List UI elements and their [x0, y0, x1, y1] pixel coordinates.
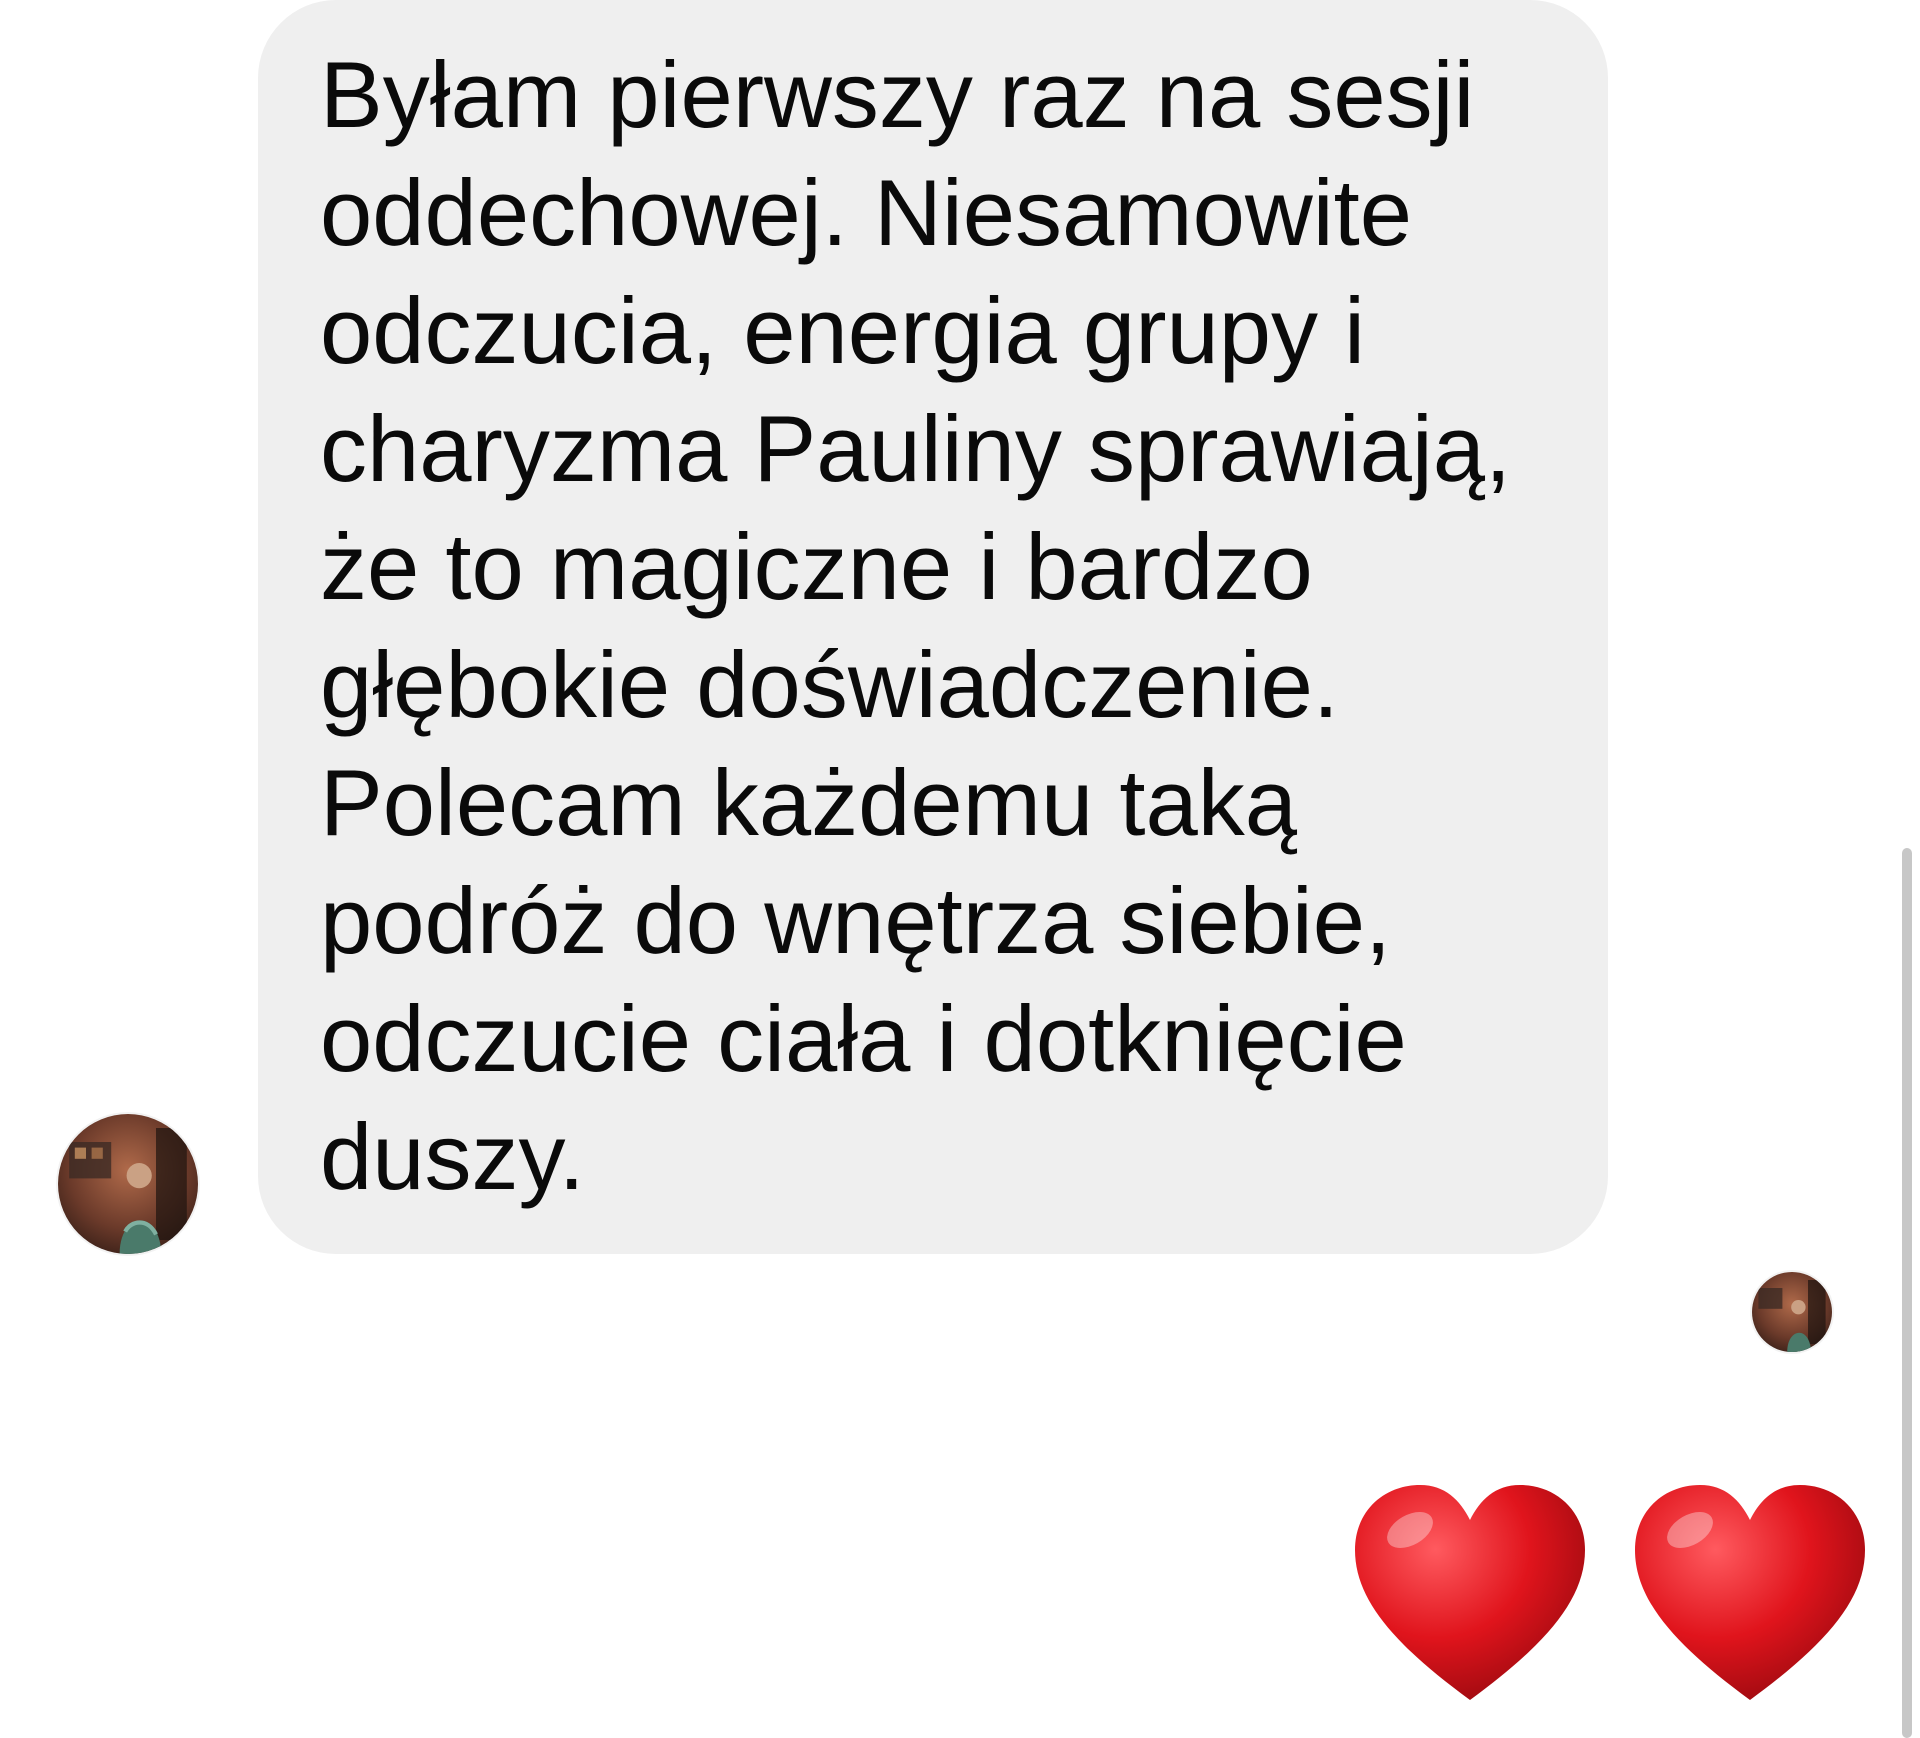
sender-avatar[interactable]	[58, 1114, 198, 1254]
red-heart-icon[interactable]	[1345, 1470, 1595, 1720]
read-receipt-avatar	[1752, 1272, 1832, 1352]
message-text: Byłam pierwszy raz na sesji oddechowej. …	[320, 42, 1512, 1209]
profile-photo-icon	[58, 1114, 198, 1254]
red-heart-icon[interactable]	[1625, 1470, 1875, 1720]
scrollbar[interactable]	[1902, 848, 1912, 1738]
chat-thread: Byłam pierwszy raz na sesji oddechowej. …	[0, 0, 1920, 1738]
heart-reactions	[1345, 1470, 1905, 1720]
incoming-message-row: Byłam pierwszy raz na sesji oddechowej. …	[0, 0, 1920, 1260]
message-bubble[interactable]: Byłam pierwszy raz na sesji oddechowej. …	[258, 0, 1608, 1254]
profile-photo-icon	[1752, 1272, 1832, 1352]
